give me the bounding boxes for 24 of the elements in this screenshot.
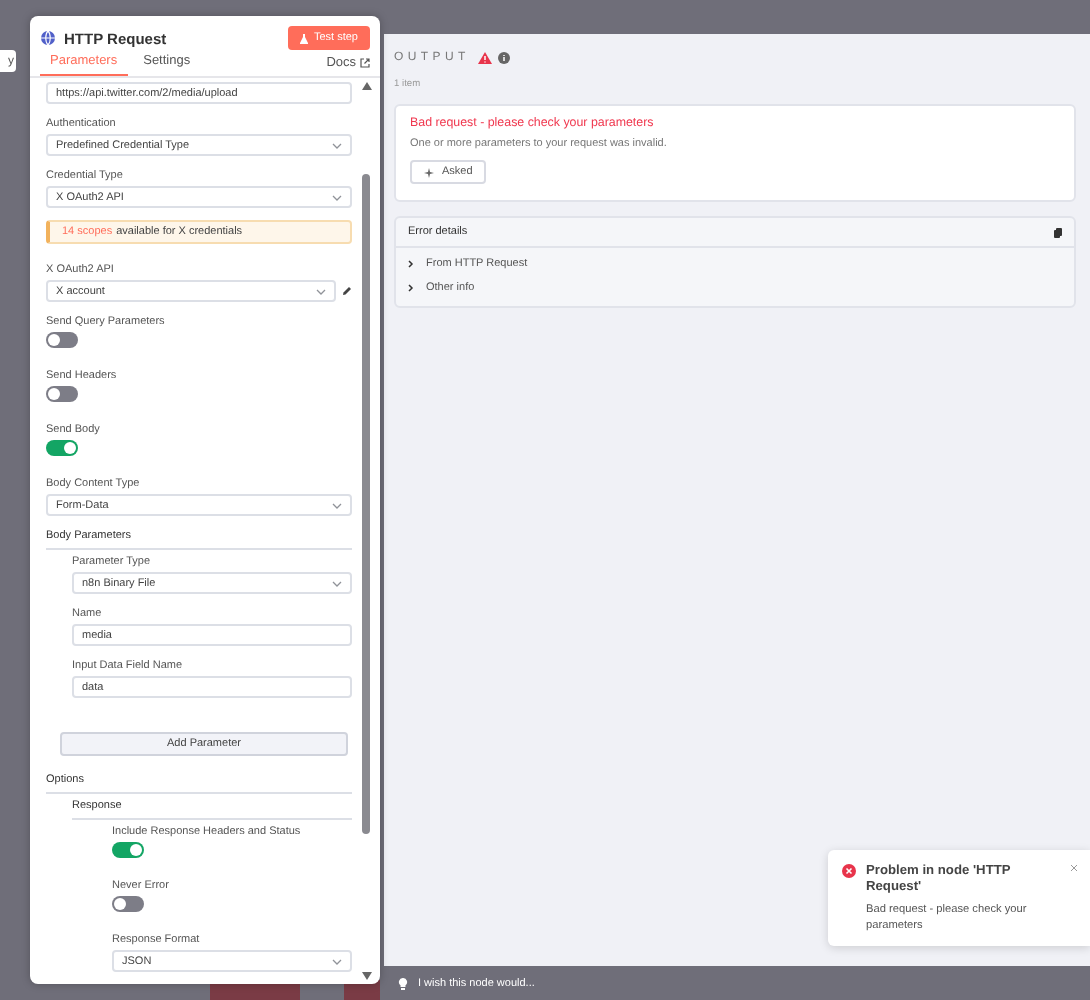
warning-icon [477, 52, 492, 64]
chevron-down-icon [332, 193, 342, 201]
close-icon[interactable] [1070, 864, 1078, 872]
chevron-down-icon [332, 141, 342, 149]
pencil-icon[interactable] [342, 286, 352, 296]
toggle-switch[interactable] [46, 440, 78, 456]
sparkle-icon [424, 167, 434, 177]
toggle-switch[interactable] [46, 332, 78, 348]
toggle-switch[interactable] [46, 386, 78, 402]
info-icon [497, 52, 510, 64]
chevron-down-icon [332, 957, 342, 965]
lightbulb-icon [398, 977, 408, 989]
toggle-switch[interactable] [112, 896, 144, 912]
chevron-down-icon [316, 287, 326, 295]
external-link-icon [360, 58, 370, 68]
globe-icon [40, 30, 56, 46]
chevron-down-icon [332, 501, 342, 509]
flask-icon [299, 33, 308, 43]
error-icon [842, 864, 856, 878]
scroll-up-icon [361, 82, 371, 90]
chevron-down-icon [332, 579, 342, 587]
scrollbar-thumb[interactable] [362, 174, 370, 834]
toggle-switch[interactable] [112, 842, 144, 858]
copy-icon[interactable] [1054, 227, 1062, 237]
